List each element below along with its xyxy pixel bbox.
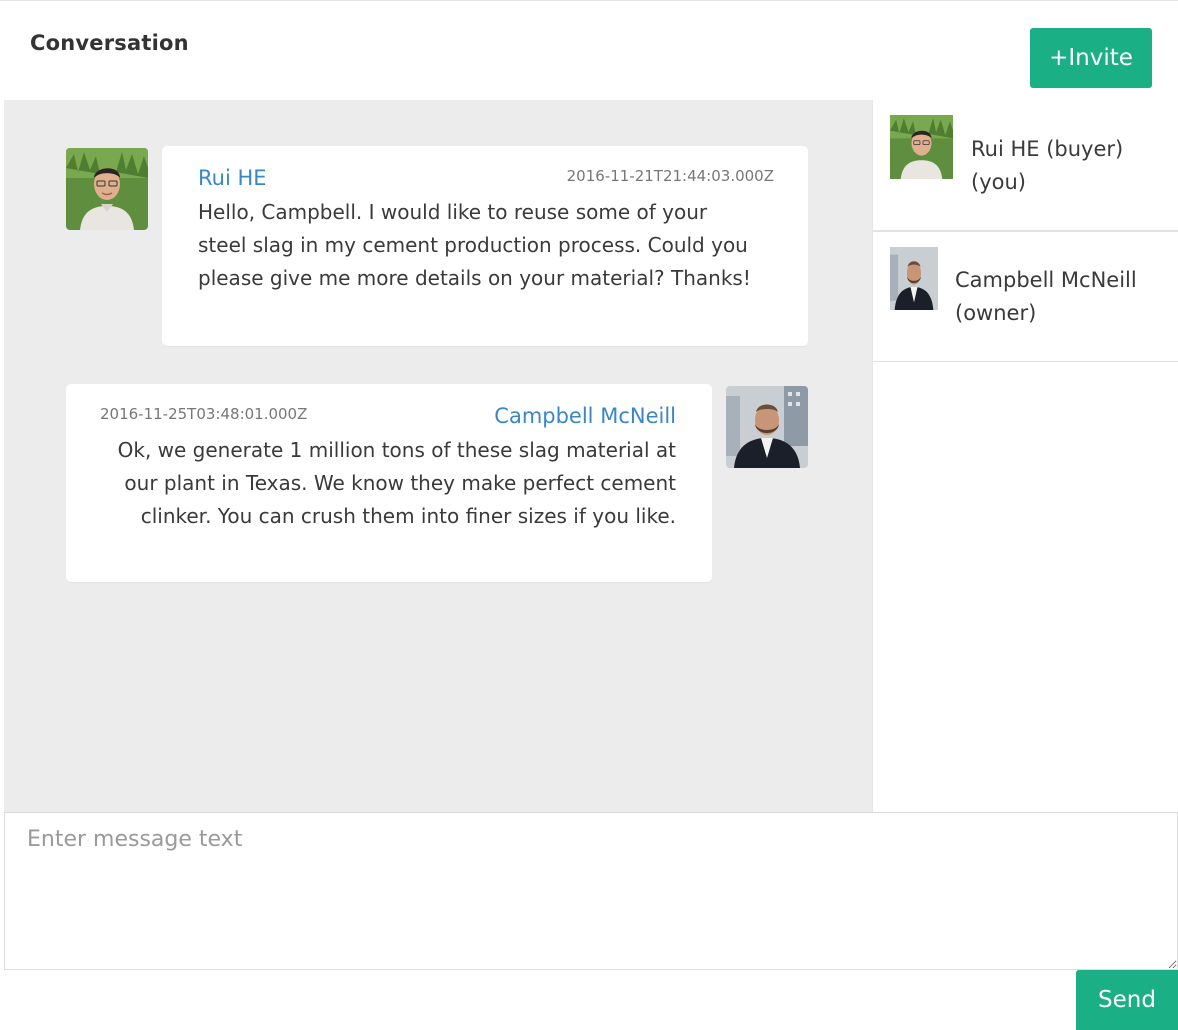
campbell-mcneill-photo <box>726 386 808 468</box>
rui-he-photo <box>66 148 148 230</box>
send-button[interactable]: Send <box>1076 970 1178 1030</box>
participants-panel: Rui HE (buyer) (you) Campbell McNeill (o… <box>872 100 1178 812</box>
header: Conversation +Invite <box>0 0 1178 100</box>
participant-note-line: (owner) <box>955 301 1037 325</box>
message-text: Hello, Campbell. I would like to reuse s… <box>198 200 751 290</box>
invite-button[interactable]: +Invite <box>1030 28 1152 88</box>
participant-role-line: Campbell McNeill <box>955 268 1137 292</box>
rui-he-photo <box>890 115 953 179</box>
message-input[interactable] <box>4 812 1178 970</box>
conversation-app: Conversation +Invite Rui HE 2016-11-21T2 <box>0 0 1178 1030</box>
message-pane[interactable]: Rui HE 2016-11-21T21:44:03.000Z Hello, C… <box>4 100 872 812</box>
participant-rui-he[interactable]: Rui HE (buyer) (you) <box>873 100 1178 231</box>
rui-he-avatar <box>66 148 148 230</box>
message-text: Ok, we generate 1 million tons of these … <box>117 438 676 528</box>
message-timestamp: 2016-11-21T21:44:03.000Z <box>566 167 774 185</box>
message-sender[interactable]: Campbell McNeill <box>494 404 676 428</box>
participant-note-line: (you) <box>971 170 1026 194</box>
participant-campbell-mcneill[interactable]: Campbell McNeill (owner) <box>873 231 1178 362</box>
participant-name: Campbell McNeill (owner) <box>955 264 1137 330</box>
message-bubble-1: Rui HE 2016-11-21T21:44:03.000Z Hello, C… <box>162 146 808 346</box>
message-bubble-2: 2016-11-25T03:48:01.000Z Campbell McNeil… <box>66 384 712 582</box>
participant-role-line: Rui HE (buyer) <box>971 137 1124 161</box>
campbell-mcneill-avatar <box>890 247 938 310</box>
page-title: Conversation <box>30 31 189 55</box>
campbell-mcneill-photo <box>890 247 938 310</box>
message-timestamp: 2016-11-25T03:48:01.000Z <box>100 405 308 423</box>
participant-name: Rui HE (buyer) (you) <box>971 133 1123 199</box>
campbell-mcneill-avatar <box>726 386 808 468</box>
rui-he-avatar <box>890 115 953 179</box>
message-sender[interactable]: Rui HE <box>198 166 267 190</box>
